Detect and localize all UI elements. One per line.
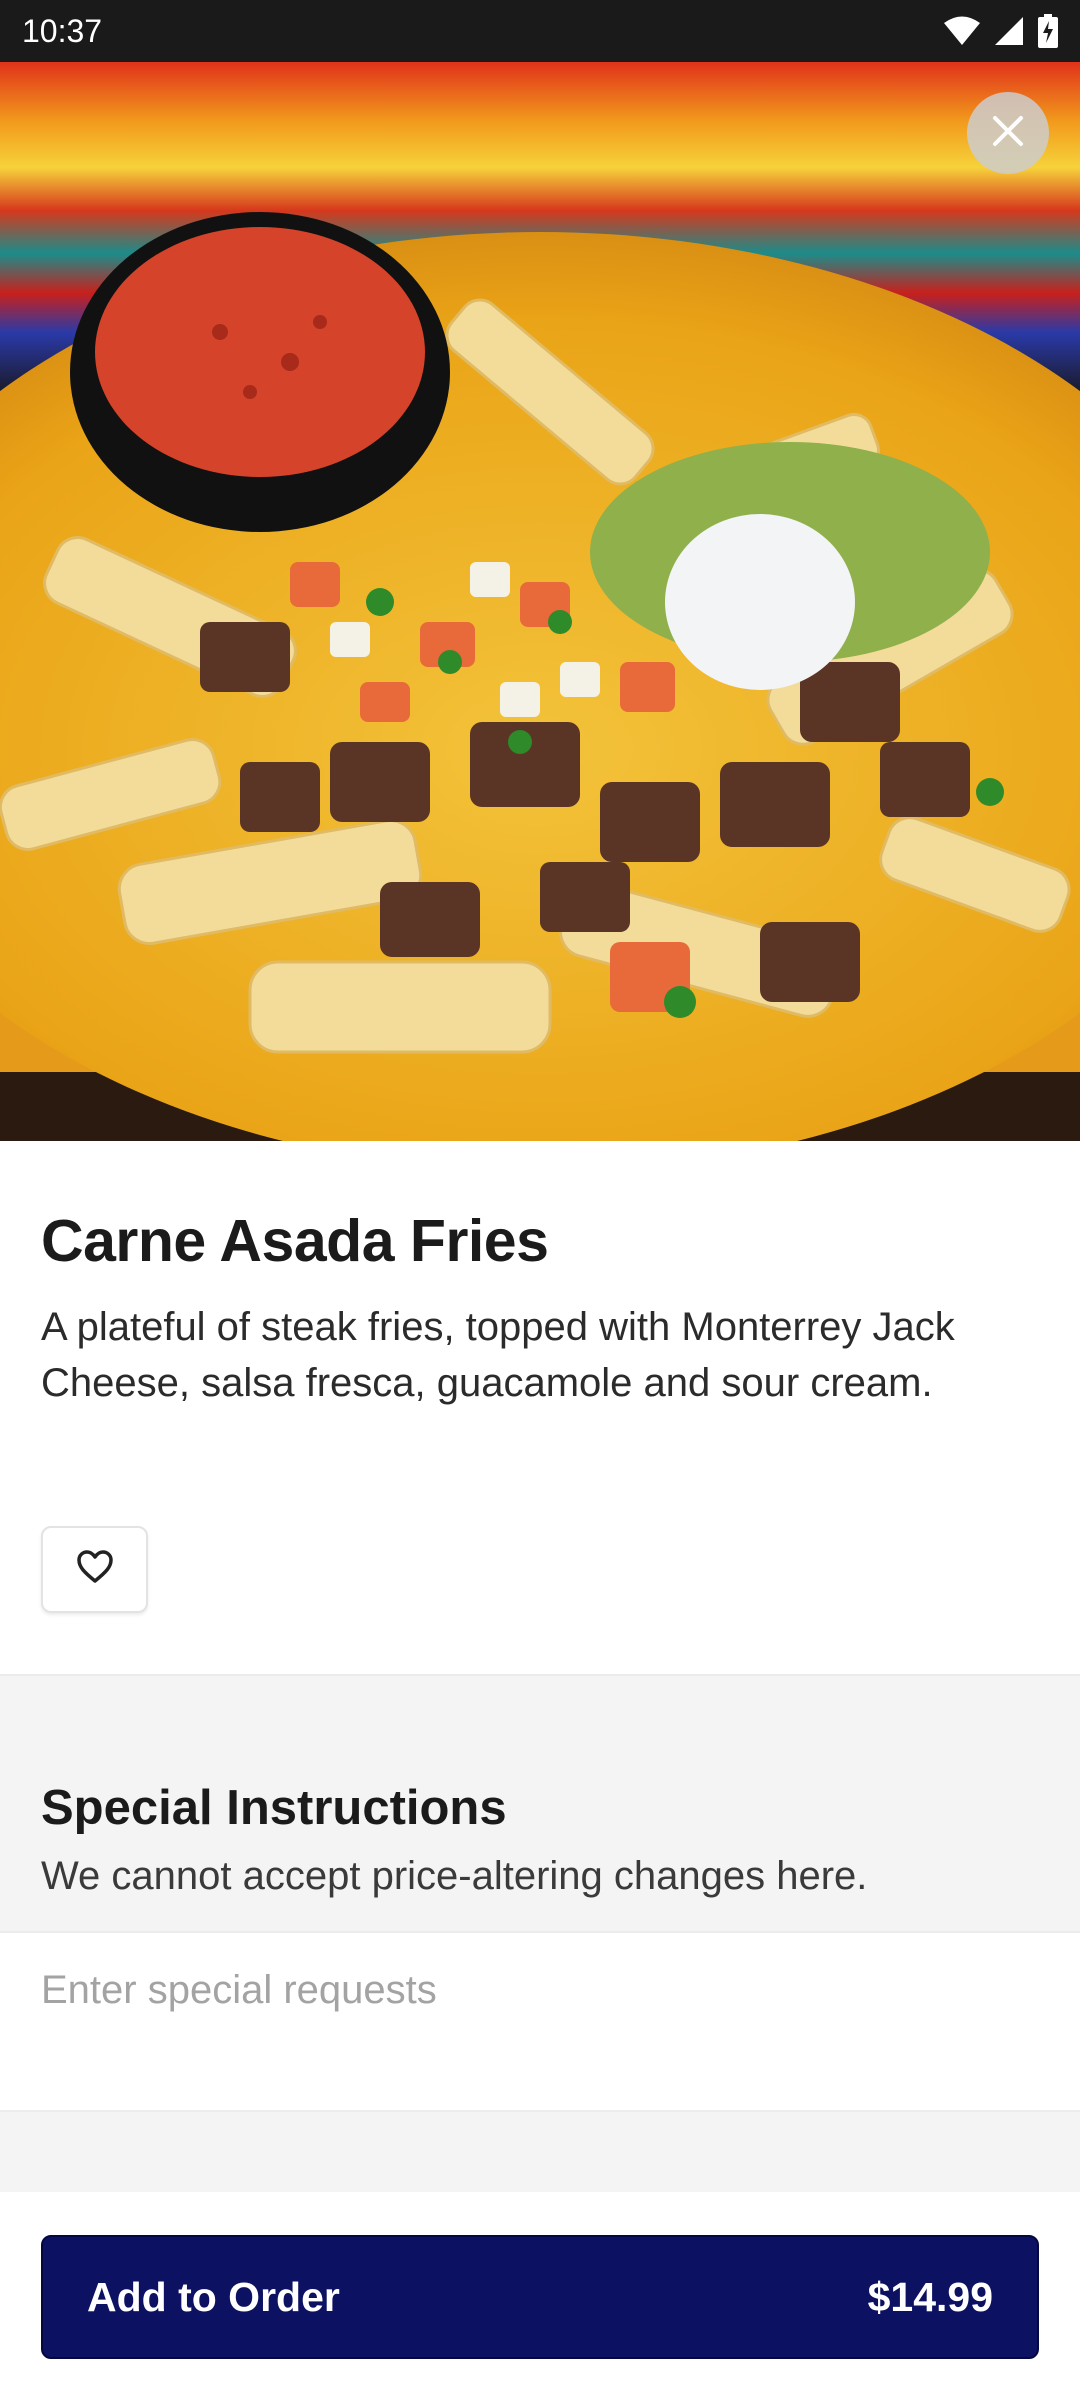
special-requests-input[interactable] [41,1955,1041,2025]
add-to-order-button[interactable]: Add to Order $14.99 [41,2235,1039,2359]
item-description: A plateful of steak fries, topped with M… [41,1305,955,1405]
food-photo [0,62,1080,1141]
food-image [0,62,1080,1141]
status-time: 10:37 [22,12,103,49]
wifi-icon [944,16,980,46]
favorite-button[interactable] [41,1526,148,1613]
status-bar: 10:37 [0,0,1080,62]
close-icon [991,114,1025,153]
status-icons [944,14,1058,48]
cell-signal-icon [994,16,1024,46]
heart-outline-icon [76,1550,114,1589]
special-instructions-subtitle: We cannot accept price-altering changes … [41,1854,868,1898]
battery-charging-icon [1038,14,1058,48]
special-instructions-header: Special Instructions We cannot accept pr… [0,1674,1080,1931]
special-requests-field [0,1931,1080,2112]
special-instructions-title: Special Instructions [41,1781,507,1835]
section-spacer [0,2112,1080,2192]
item-details: Carne Asada Fries A plateful of steak fr… [0,1141,1080,1674]
bottom-bar: Add to Order $14.99 [0,2192,1080,2400]
close-button[interactable] [967,92,1049,174]
item-title: Carne Asada Fries [41,1208,549,1274]
price-label: $14.99 [867,2273,993,2320]
add-to-order-label: Add to Order [87,2273,340,2320]
